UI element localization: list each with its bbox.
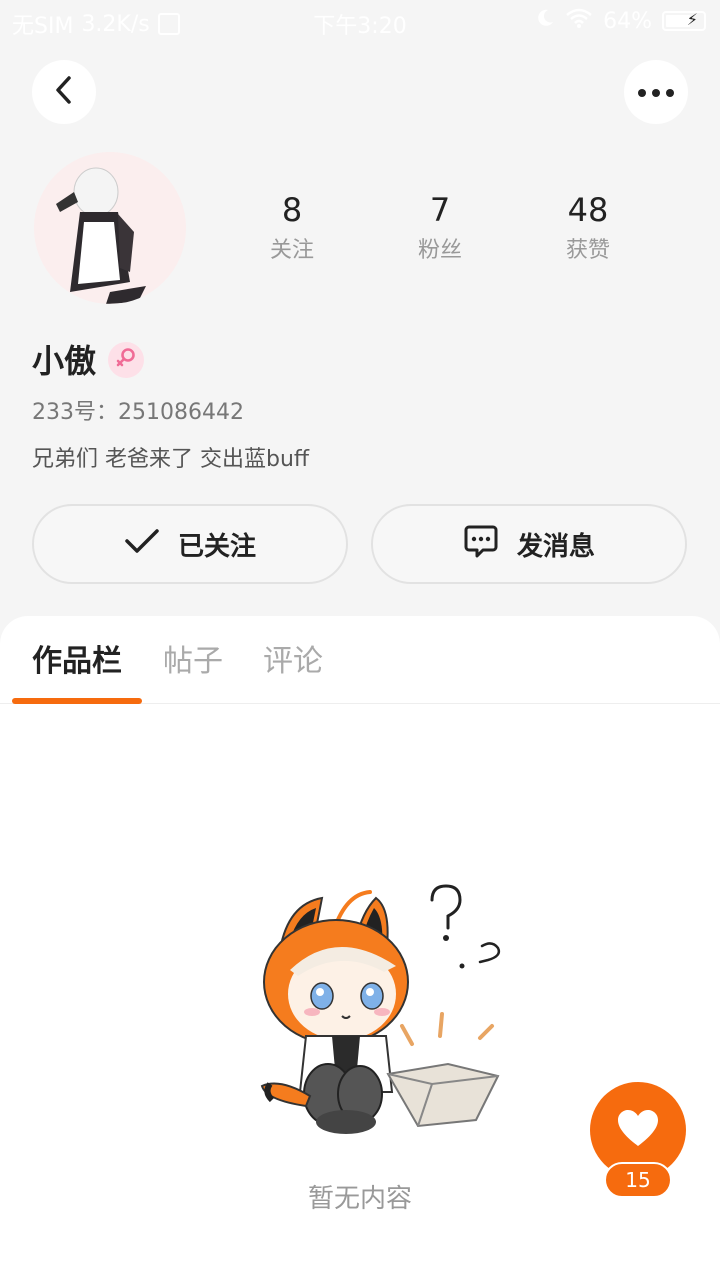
tab-bar: 作品栏 帖子 评论	[0, 616, 720, 704]
following-button[interactable]: 已关注	[32, 504, 348, 584]
stat-value: 48	[567, 191, 609, 229]
stat-fans[interactable]: 7 粉丝	[380, 190, 500, 264]
tab-works[interactable]: 作品栏	[32, 636, 122, 680]
like-count-badge: 15	[604, 1162, 672, 1198]
username: 小傲	[32, 342, 97, 380]
wifi-icon	[565, 8, 593, 34]
more-button[interactable]	[624, 60, 688, 124]
message-button[interactable]: 发消息	[371, 504, 687, 584]
stat-value: 7	[429, 191, 451, 229]
tab-indicator	[12, 698, 142, 704]
tab-posts[interactable]: 帖子	[163, 636, 223, 680]
moon-icon	[535, 8, 555, 34]
user-bio: 兄弟们 老爸来了 交出蓝buff	[32, 447, 310, 472]
stat-value: 8	[281, 191, 303, 229]
message-label: 发消息	[516, 531, 595, 562]
following-label: 已关注	[177, 531, 256, 562]
stat-label: 获赞	[565, 238, 610, 263]
more-dots-icon	[636, 83, 676, 102]
avatar[interactable]	[34, 152, 186, 304]
status-bar: 无SIM 3.2K/s 下午3:20 64% ⚡	[0, 0, 720, 44]
back-arrow-icon	[52, 75, 76, 109]
female-icon	[114, 346, 138, 374]
check-icon	[124, 527, 160, 562]
stat-label: 粉丝	[417, 238, 462, 263]
gender-badge	[108, 342, 144, 378]
stat-label: 关注	[269, 238, 314, 263]
empty-state-illustration	[236, 870, 516, 1140]
chat-bubble-icon	[463, 523, 499, 566]
battery-icon: ⚡	[662, 10, 706, 31]
battery-text: 64%	[603, 8, 652, 34]
stat-likes[interactable]: 48 获赞	[528, 190, 648, 264]
tab-comments[interactable]: 评论	[263, 636, 323, 680]
heart-icon	[616, 1108, 660, 1152]
stat-following[interactable]: 8 关注	[232, 190, 352, 264]
user-id: 233号：251086442	[32, 400, 244, 425]
back-button[interactable]	[32, 60, 96, 124]
